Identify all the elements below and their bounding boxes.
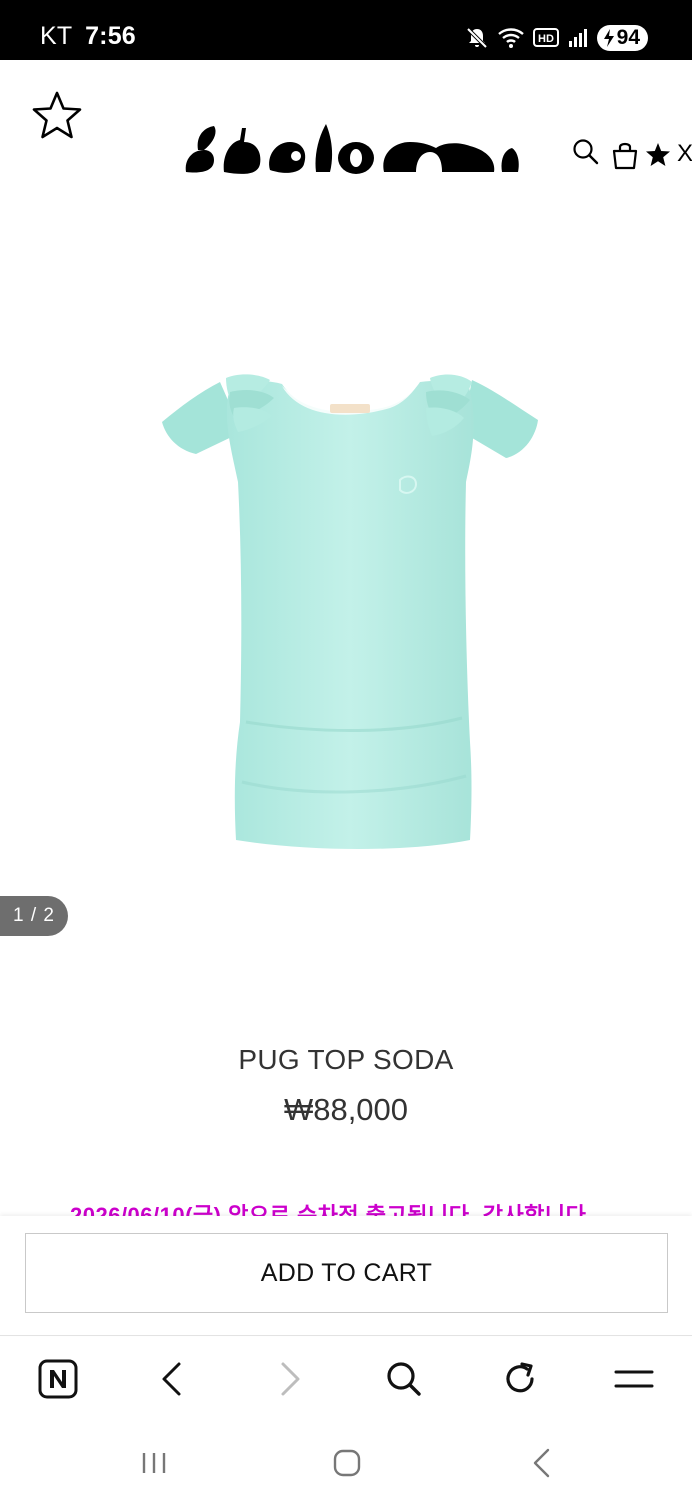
refresh-button[interactable] [498,1357,542,1401]
favorite-star-icon[interactable] [30,90,84,142]
cart-bar: ADD TO CART [0,1216,692,1336]
mute-icon [466,27,488,49]
battery-level: 94 [616,26,640,49]
back-button[interactable] [150,1357,194,1401]
svg-text:HD: HD [538,33,554,45]
system-navigation-bar [0,1421,692,1500]
status-left: KT 7:56 [40,22,136,51]
forward-button[interactable] [268,1357,312,1401]
image-page-indicator: 1 / 2 [0,896,68,936]
wifi-icon [497,28,524,48]
back-icon [533,1448,550,1478]
clock: 7:56 [85,22,136,50]
logo-graphic [185,124,519,174]
status-bar: KT 7:56 HD 94 [0,0,692,60]
back-icon [162,1362,181,1396]
refresh-icon [506,1362,534,1393]
add-to-cart-button[interactable]: ADD TO CART [25,1233,668,1313]
screen: KT 7:56 HD 94 X 1 / 2 PUG TOP SODA ₩88,0… [0,0,692,1500]
system-back-button[interactable] [522,1443,562,1483]
battery-charging-icon [603,29,614,47]
search-icon[interactable] [572,138,600,166]
product-name: PUG TOP SODA [238,1044,454,1075]
battery-indicator: 94 [596,25,648,51]
shipping-notice: 2026/06/10(금) 앞으로 순차적 출고됩니다. 감사합니다 [0,1196,692,1216]
browser-menu-button[interactable] [612,1357,656,1401]
home-icon [333,1449,361,1477]
naver-home-button[interactable] [36,1357,80,1401]
naver-home-icon [38,1359,78,1399]
recent-apps-button[interactable] [134,1443,174,1483]
browser-search-button[interactable] [382,1357,426,1401]
product-image[interactable] [150,362,550,862]
forward-icon [281,1362,300,1396]
brand-logo[interactable] [184,120,522,176]
product-price: ₩88,000 [283,1092,409,1127]
star-icon[interactable] [645,142,671,168]
shipping-notice-text: 2026/06/10(금) 앞으로 순차적 출고됩니다. 감사합니다 [70,1203,587,1216]
menu-icon [614,1370,654,1388]
close-label[interactable]: X [677,140,692,168]
status-icons: HD 94 [465,24,648,52]
shopping-bag-icon[interactable] [610,140,640,170]
search-icon [387,1362,421,1396]
signal-icon [568,29,587,47]
recent-apps-icon [142,1453,166,1473]
carrier-label: KT [40,22,72,50]
hd-icon: HD [532,28,559,47]
browser-toolbar [0,1337,692,1421]
system-home-button[interactable] [327,1443,367,1483]
